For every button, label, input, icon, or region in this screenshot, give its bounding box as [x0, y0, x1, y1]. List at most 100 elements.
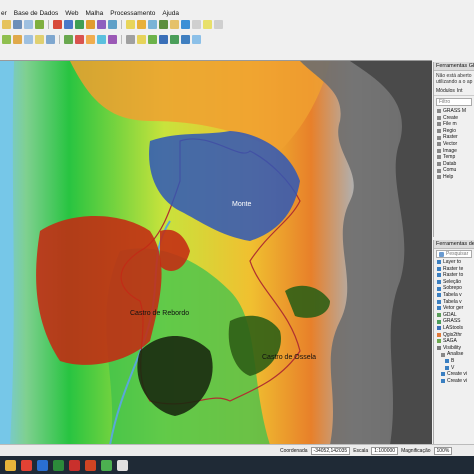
tree-item[interactable]: GRASS M — [437, 108, 474, 115]
add-raster-icon[interactable] — [13, 35, 22, 44]
undo-icon[interactable] — [126, 35, 135, 44]
folder-icon — [437, 168, 441, 173]
identify-icon[interactable] — [126, 20, 135, 29]
annotation-icon[interactable] — [203, 20, 212, 29]
open-icon[interactable] — [2, 20, 11, 29]
tree-item[interactable]: Raster — [437, 134, 474, 141]
tab-int[interactable]: Int — [457, 88, 463, 94]
browser-icon[interactable] — [21, 459, 32, 471]
cut-icon[interactable] — [86, 35, 95, 44]
tree-item[interactable]: Create vi — [437, 371, 474, 378]
magnification-field[interactable]: 100% — [433, 446, 453, 455]
tree-item[interactable]: Vector — [437, 141, 474, 148]
tree-item[interactable]: Raster te — [437, 266, 474, 273]
zoom-layer-icon[interactable] — [86, 20, 95, 29]
tree-item[interactable]: Create vi — [437, 378, 474, 385]
edit-icon[interactable] — [35, 35, 44, 44]
tree-item[interactable]: Comu — [437, 167, 474, 174]
attribute-table-icon[interactable] — [159, 20, 168, 29]
map-canvas[interactable]: Monte Castro de Rebordo Castro de Ossela — [0, 60, 432, 444]
sum-icon[interactable] — [181, 20, 190, 29]
tree-item[interactable]: V — [437, 365, 474, 372]
plugin-icon[interactable] — [148, 35, 157, 44]
menu-mesh[interactable]: Malha — [85, 10, 103, 17]
tree-item[interactable]: SAGA — [437, 338, 474, 345]
delete-icon[interactable] — [75, 35, 84, 44]
pan-icon[interactable] — [35, 20, 44, 29]
capture-icon[interactable] — [192, 35, 201, 44]
menu-processing[interactable]: Processamento — [110, 10, 155, 17]
tree-item[interactable]: LAStools — [437, 325, 474, 332]
tree-item[interactable]: B — [437, 358, 474, 365]
tool-icon — [437, 266, 441, 271]
toolbar-bottom — [0, 34, 474, 45]
save-icon[interactable] — [13, 20, 22, 29]
tree-item[interactable]: Tabela v — [437, 299, 474, 306]
processing-icon[interactable] — [181, 35, 190, 44]
tool-icon — [437, 260, 441, 265]
tree-item[interactable]: Temp — [437, 154, 474, 161]
node-tool-icon[interactable] — [64, 35, 73, 44]
bookmark-icon[interactable] — [97, 20, 106, 29]
grass-panel-title[interactable]: Ferramentas GRASS — [434, 62, 474, 71]
scale-field[interactable]: 1:100000 — [371, 446, 399, 455]
tool-icon — [445, 365, 449, 370]
app-icon[interactable] — [117, 459, 128, 471]
menu-item[interactable]: er — [1, 10, 7, 17]
tree-item[interactable]: Sobrepo — [437, 285, 474, 292]
refresh-icon[interactable] — [108, 20, 117, 29]
zoom-in-icon[interactable] — [53, 20, 62, 29]
tree-item[interactable]: Image — [437, 148, 474, 155]
lastools-icon — [437, 326, 441, 331]
measure-icon[interactable] — [192, 20, 201, 29]
tree-item[interactable]: Visibility — [437, 345, 474, 352]
tree-item[interactable]: File m — [437, 121, 474, 128]
digitize-icon[interactable] — [46, 35, 55, 44]
coord-field[interactable]: -34052,142035 — [310, 446, 351, 455]
qgis-icon[interactable] — [101, 459, 112, 471]
tree-item[interactable]: Regio — [437, 128, 474, 135]
tree-item[interactable]: Analise — [437, 351, 474, 358]
add-vector-icon[interactable] — [2, 35, 11, 44]
add-db-icon[interactable] — [24, 35, 33, 44]
deselect-icon[interactable] — [148, 20, 157, 29]
print-icon[interactable] — [24, 20, 33, 29]
excel-icon[interactable] — [53, 459, 64, 471]
text-icon[interactable] — [214, 20, 223, 29]
python-icon[interactable] — [159, 35, 168, 44]
tool-icon — [445, 359, 449, 364]
paste-icon[interactable] — [108, 35, 117, 44]
grass-filter-input[interactable]: Filtro — [436, 98, 472, 106]
tree-item[interactable]: GDAL — [437, 312, 474, 319]
copy-icon[interactable] — [97, 35, 106, 44]
folder-icon[interactable] — [5, 459, 16, 471]
tab-modules[interactable]: Módulos — [436, 88, 455, 94]
menu-web[interactable]: Web — [65, 10, 78, 17]
menu-help[interactable]: Ajuda — [162, 10, 179, 17]
zoom-out-icon[interactable] — [64, 20, 73, 29]
scale-label: Escala — [353, 447, 369, 454]
processing-search-input[interactable]: Pesquisar — [436, 250, 472, 258]
processing-panel-title[interactable]: Ferramentas de — [434, 240, 474, 249]
menu-database[interactable]: Base de Dados — [14, 10, 58, 17]
powerpoint-icon[interactable] — [85, 459, 96, 471]
field-calc-icon[interactable] — [170, 20, 179, 29]
select-icon[interactable] — [137, 20, 146, 29]
tree-item[interactable]: Help — [437, 174, 474, 181]
search-icon — [439, 251, 444, 257]
tree-item[interactable]: Layer to — [437, 259, 474, 266]
tree-item[interactable]: GRASS — [437, 318, 474, 325]
tree-item[interactable]: Qgis2thr — [437, 332, 474, 339]
tree-item[interactable]: Tabela v — [437, 292, 474, 299]
pdf-icon[interactable] — [69, 459, 80, 471]
tree-item[interactable]: Vetor ger — [437, 305, 474, 312]
label-icon[interactable] — [137, 35, 146, 44]
word-icon[interactable] — [37, 459, 48, 471]
zoom-full-icon[interactable] — [75, 20, 84, 29]
tree-item[interactable]: Seleção — [437, 279, 474, 286]
grass-icon[interactable] — [170, 35, 179, 44]
tree-item[interactable]: Raster to — [437, 272, 474, 279]
tree-item[interactable]: Create — [437, 115, 474, 122]
tree-item[interactable]: Datab — [437, 161, 474, 168]
tool-icon — [437, 299, 441, 304]
